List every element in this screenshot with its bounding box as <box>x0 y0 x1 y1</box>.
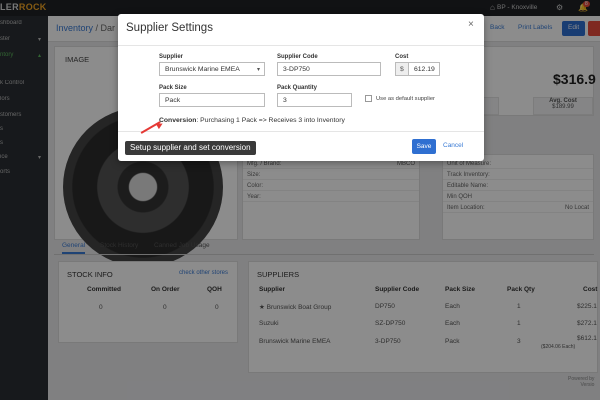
pack-quantity-label: Pack Quantity <box>277 85 318 91</box>
annotation-tooltip: Setup supplier and set conversion <box>125 141 256 155</box>
pack-quantity-input[interactable]: 3 <box>277 93 352 107</box>
modal-footer-divider <box>118 131 484 132</box>
supplier-select[interactable]: Brunswick Marine EMEA ▾ <box>159 62 265 76</box>
supplier-settings-modal: Supplier Settings × Supplier Brunswick M… <box>118 14 484 161</box>
cancel-button[interactable]: Cancel <box>443 142 463 149</box>
pack-size-input[interactable]: Pack <box>159 93 265 107</box>
supplier-code-label: Supplier Code <box>277 54 318 60</box>
modal-divider <box>118 45 484 46</box>
cost-label: Cost <box>395 54 409 60</box>
cost-input[interactable]: 612.19 <box>408 62 440 76</box>
chevron-down-icon: ▾ <box>256 67 260 73</box>
supplier-code-input[interactable]: 3-DP750 <box>277 62 381 76</box>
supplier-label: Supplier <box>159 54 184 60</box>
modal-title: Supplier Settings <box>126 22 213 34</box>
close-icon[interactable]: × <box>468 19 474 30</box>
pack-size-label: Pack Size <box>159 85 187 91</box>
conversion-text: Conversion: Purchasing 1 Pack => Receive… <box>159 117 345 124</box>
default-supplier-checkbox[interactable] <box>365 95 372 102</box>
default-supplier-label: Use as default supplier <box>376 96 435 102</box>
save-button[interactable]: Save <box>412 139 436 154</box>
cost-currency-prefix: $ <box>395 62 409 76</box>
